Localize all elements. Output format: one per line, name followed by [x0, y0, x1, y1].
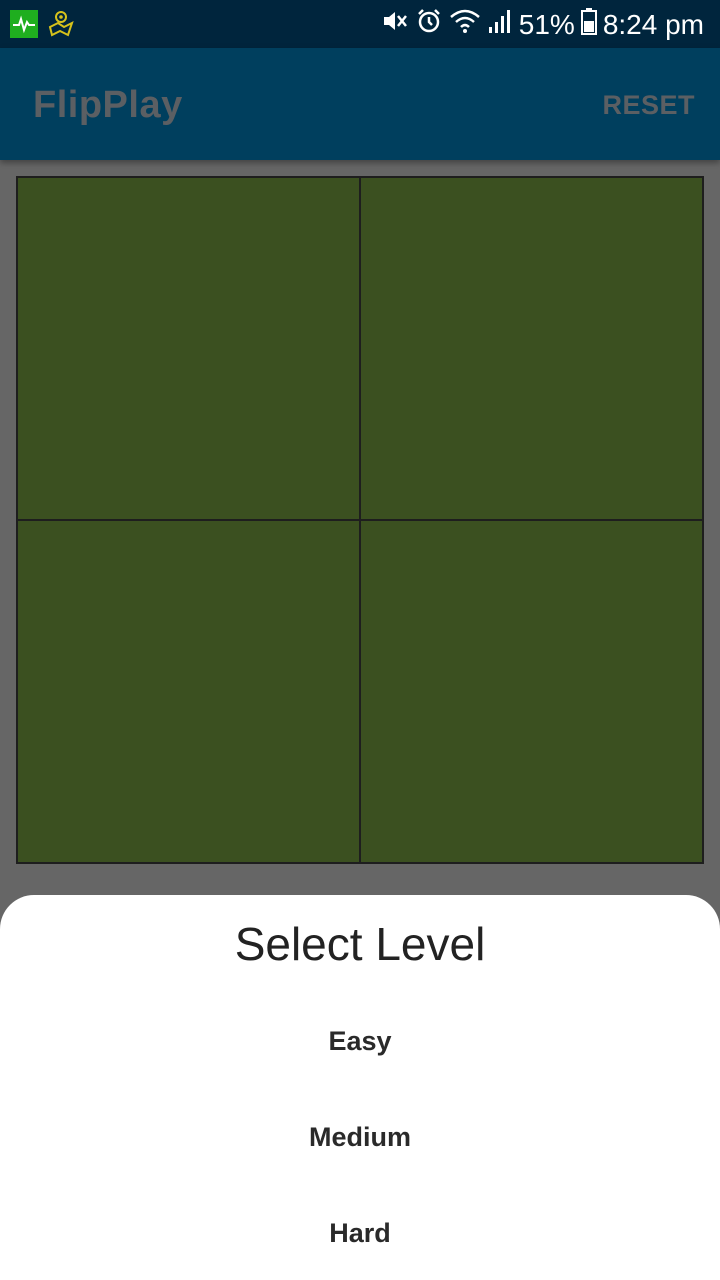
game-board [16, 176, 704, 864]
maps-icon [46, 9, 76, 44]
tile[interactable] [17, 520, 360, 863]
level-select-sheet: Select Level Easy Medium Hard [0, 895, 720, 1280]
clock: 8:24 pm [602, 8, 704, 40]
battery-icon [580, 7, 597, 42]
signal-icon [487, 7, 513, 42]
sheet-title: Select Level [234, 918, 486, 970]
app-title: FlipPlay [33, 84, 183, 126]
level-option-easy[interactable]: Easy [0, 1001, 720, 1081]
health-monitor-icon [10, 10, 38, 43]
level-option-hard[interactable]: Hard [0, 1193, 720, 1273]
mute-icon [381, 7, 409, 42]
battery-percent: 51% [518, 8, 575, 40]
level-option-medium[interactable]: Medium [0, 1097, 720, 1177]
status-bar: 51% 8:24 pm [0, 0, 720, 48]
reset-button[interactable]: RESET [602, 90, 695, 121]
tile[interactable] [360, 177, 703, 520]
tile[interactable] [360, 520, 703, 863]
system-icons: 51% 8:24 pm [381, 7, 704, 42]
tile[interactable] [17, 177, 360, 520]
notification-icons [10, 9, 76, 44]
alarm-icon [415, 7, 443, 42]
app-bar: FlipPlay RESET [0, 48, 720, 160]
wifi-icon [449, 7, 481, 42]
